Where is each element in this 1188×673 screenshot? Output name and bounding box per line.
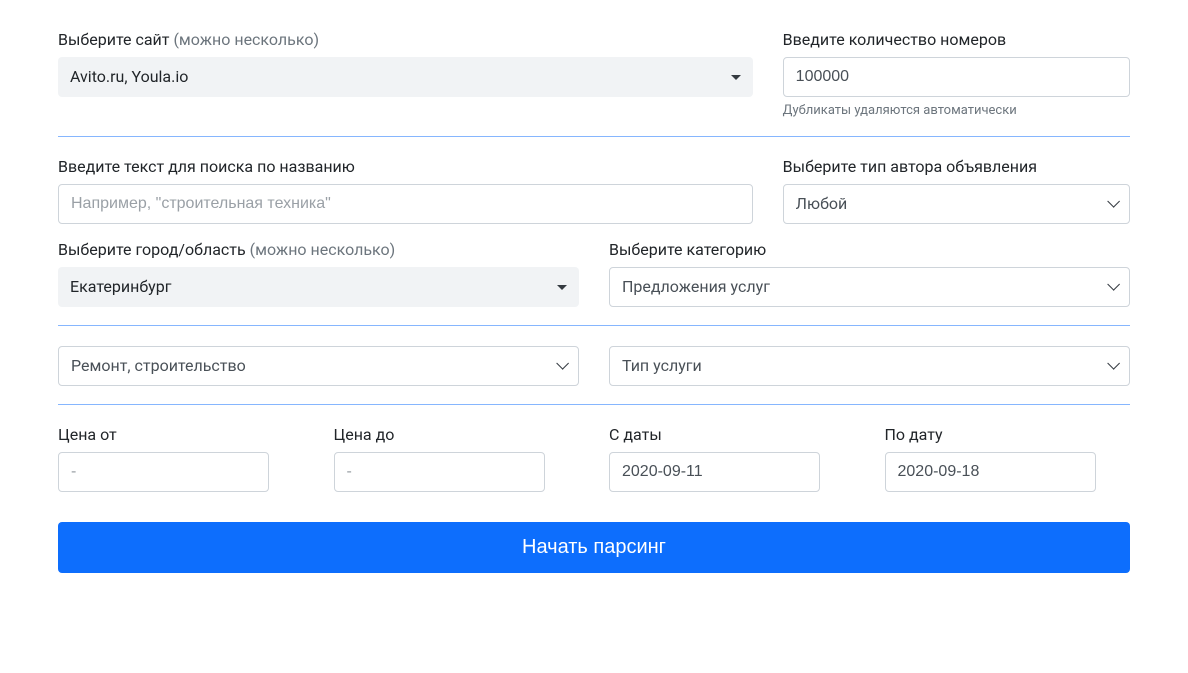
service-type-placeholder: Тип услуги <box>622 354 702 378</box>
search-text-input[interactable] <box>58 184 753 224</box>
subcategory-value: Ремонт, строительство <box>71 354 246 378</box>
chevron-down-icon <box>556 361 566 371</box>
price-from-input[interactable] <box>58 452 269 492</box>
start-parsing-button[interactable]: Начать парсинг <box>58 522 1130 573</box>
caret-down-icon <box>557 285 567 290</box>
category-select[interactable]: Предложения услуг <box>609 267 1130 307</box>
date-to-input[interactable] <box>885 452 1096 492</box>
section-divider <box>58 404 1130 405</box>
chevron-down-icon <box>1107 199 1117 209</box>
section-divider <box>58 136 1130 137</box>
author-type-value: Любой <box>796 192 848 216</box>
quantity-input[interactable] <box>783 57 1130 97</box>
site-dropdown-value: Avito.ru, Youla.io <box>70 65 188 89</box>
author-type-label: Выберите тип автора объявления <box>783 157 1130 176</box>
chevron-down-icon <box>1107 361 1117 371</box>
price-to-label: Цена до <box>334 425 580 444</box>
service-type-select[interactable]: Тип услуги <box>609 346 1130 386</box>
city-label: Выберите город/область (можно несколько) <box>58 240 579 259</box>
subcategory-select[interactable]: Ремонт, строительство <box>58 346 579 386</box>
city-label-hint: (можно несколько) <box>250 240 396 259</box>
city-label-text: Выберите город/область <box>58 240 246 259</box>
price-to-input[interactable] <box>334 452 545 492</box>
quantity-help-text: Дубликаты удаляются автоматически <box>783 103 1130 118</box>
category-value: Предложения услуг <box>622 275 770 299</box>
date-from-label: С даты <box>609 425 855 444</box>
search-text-label: Введите текст для поиска по названию <box>58 157 753 176</box>
date-to-label: По дату <box>885 425 1131 444</box>
city-dropdown-value: Екатеринбург <box>70 275 171 299</box>
chevron-down-icon <box>1107 282 1117 292</box>
city-dropdown[interactable]: Екатеринбург <box>58 267 579 307</box>
site-dropdown[interactable]: Avito.ru, Youla.io <box>58 57 753 97</box>
site-label: Выберите сайт (можно несколько) <box>58 30 753 49</box>
category-label: Выберите категорию <box>609 240 1130 259</box>
section-divider <box>58 325 1130 326</box>
price-from-label: Цена от <box>58 425 304 444</box>
author-type-select[interactable]: Любой <box>783 184 1130 224</box>
site-label-hint: (можно несколько) <box>173 30 319 49</box>
caret-down-icon <box>731 75 741 80</box>
quantity-label: Введите количество номеров <box>783 30 1130 49</box>
date-from-input[interactable] <box>609 452 820 492</box>
site-label-text: Выберите сайт <box>58 30 169 49</box>
